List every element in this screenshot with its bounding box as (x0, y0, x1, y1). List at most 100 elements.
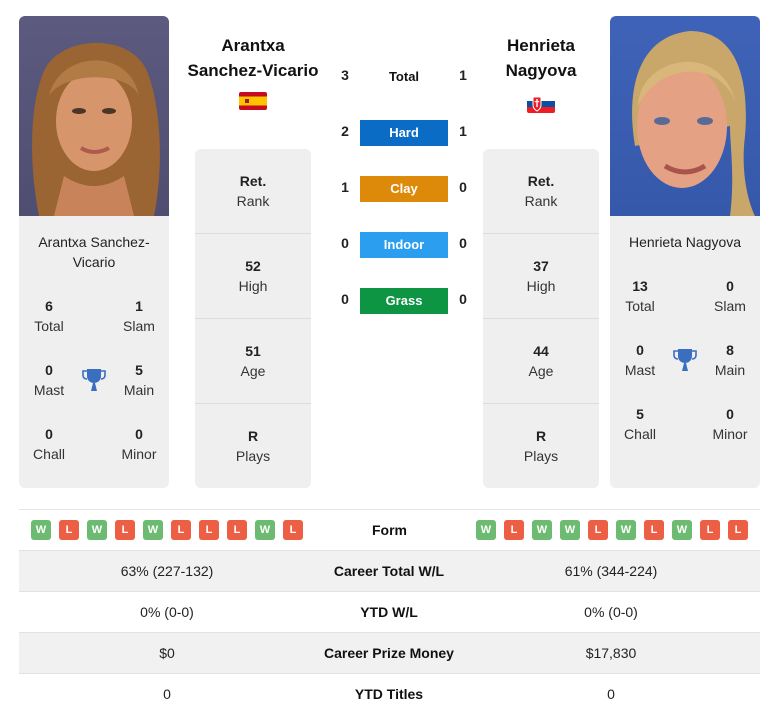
player-info-card-right: Ret. Rank 37 High 44 Age R Plays (483, 149, 599, 488)
info-plays: R Plays (483, 404, 599, 489)
info-age-label: Age (240, 363, 266, 379)
info-high-value: 37 (533, 258, 549, 274)
h2h-indoor-left: 0 (341, 235, 349, 251)
titles-main-label: Main (123, 382, 155, 398)
info-rank-value: Ret. (239, 173, 267, 189)
info-high-label: High (238, 278, 268, 294)
titles-minor-value: 0 (135, 426, 143, 442)
form-badge-loss[interactable]: L (588, 520, 608, 540)
titles-total-value: 6 (45, 298, 53, 314)
stat-right-value: $17,830 (585, 645, 637, 661)
titles-total: 13 Total (610, 276, 670, 316)
form-badge-loss[interactable]: L (728, 520, 748, 540)
player-last-name: Nagyova (505, 61, 577, 80)
trophy-icon (82, 367, 106, 393)
player-card-name[interactable]: Henrieta Nagyova (610, 232, 760, 252)
stat-row-career-wl: 63% (227-132) Career Total W/L 61% (344-… (19, 550, 760, 591)
info-plays-label: Plays (235, 448, 271, 464)
titles-chall: 0 Chall (19, 424, 79, 464)
stat-left-value: 0% (0-0) (140, 604, 194, 620)
h2h-clay-left: 1 (341, 179, 349, 195)
titles-chall-label: Chall (33, 446, 65, 462)
info-plays-value: R (535, 428, 547, 444)
slovakia-flag-icon (527, 95, 555, 113)
stat-left-value: 63% (227-132) (120, 563, 214, 579)
form-badge-win[interactable]: W (672, 520, 692, 540)
info-high-value: 52 (245, 258, 261, 274)
info-rank: Ret. Rank (483, 149, 599, 234)
info-rank: Ret. Rank (195, 149, 311, 234)
titles-main-label: Main (714, 362, 746, 378)
h2h-grass-left: 0 (341, 291, 349, 307)
form-badge-win[interactable]: W (31, 520, 51, 540)
info-plays-label: Plays (523, 448, 559, 464)
player-portrait-image (632, 31, 755, 216)
info-age-label: Age (528, 363, 554, 379)
player-photo-left[interactable] (19, 16, 169, 216)
titles-minor: 0 Minor (109, 424, 169, 464)
info-rank-value: Ret. (527, 173, 555, 189)
info-high-label: High (526, 278, 556, 294)
form-badge-win[interactable]: W (560, 520, 580, 540)
titles-mast-value: 0 (636, 342, 644, 358)
titles-minor-value: 0 (726, 406, 734, 422)
form-badge-loss[interactable]: L (227, 520, 247, 540)
info-age-value: 51 (245, 343, 261, 359)
h2h-grass-right: 0 (459, 291, 467, 307)
h2h-clay-right: 0 (459, 179, 467, 195)
form-badge-loss[interactable]: L (59, 520, 79, 540)
form-badge-win[interactable]: W (532, 520, 552, 540)
form-badge-loss[interactable]: L (644, 520, 664, 540)
titles-chall-value: 5 (636, 406, 644, 422)
h2h-total-right: 1 (459, 67, 467, 83)
form-badge-win[interactable]: W (476, 520, 496, 540)
stat-row-ytd-wl: 0% (0-0) YTD W/L 0% (0-0) (19, 591, 760, 632)
form-badge-loss[interactable]: L (700, 520, 720, 540)
form-badge-loss[interactable]: L (115, 520, 135, 540)
titles-slam-label: Slam (123, 318, 155, 334)
form-badge-win[interactable]: W (143, 520, 163, 540)
surface-indoor-button[interactable]: Indoor (360, 232, 448, 258)
titles-mast: 0 Mast (19, 360, 79, 400)
titles-chall-label: Chall (624, 426, 656, 442)
form-badges-left: WLWLWLLLWL (31, 520, 303, 540)
player-titles-card-left: Arantxa Sanchez-Vicario 6 Total 1 Slam 0… (19, 216, 169, 488)
form-badge-win[interactable]: W (616, 520, 636, 540)
form-badge-loss[interactable]: L (283, 520, 303, 540)
stat-right-value: 0% (0-0) (584, 604, 638, 620)
form-badge-win[interactable]: W (87, 520, 107, 540)
form-badge-loss[interactable]: L (504, 520, 524, 540)
titles-mast: 0 Mast (610, 340, 670, 380)
player-name-header-left[interactable]: Arantxa Sanchez-Vicario (178, 33, 328, 83)
player-name-header-right[interactable]: Henrieta Nagyova (466, 33, 616, 83)
player-first-name: Henrieta (506, 36, 576, 55)
info-age: 44 Age (483, 319, 599, 404)
stat-right-value: 0 (607, 686, 615, 702)
titles-minor: 0 Minor (700, 404, 760, 444)
surface-clay-button[interactable]: Clay (360, 176, 448, 202)
spain-flag-icon (239, 92, 267, 110)
player-card-name[interactable]: Arantxa Sanchez-Vicario (19, 232, 169, 272)
form-badge-win[interactable]: W (255, 520, 275, 540)
titles-slam: 0 Slam (700, 276, 760, 316)
surface-hard-button[interactable]: Hard (360, 120, 448, 146)
form-badges-right: WLWWLWLWLL (476, 520, 748, 540)
form-badge-loss[interactable]: L (199, 520, 219, 540)
titles-slam-value: 1 (135, 298, 143, 314)
titles-total-label: Total (625, 298, 655, 314)
stat-row-ytd-titles: 0 YTD Titles 0 (19, 673, 760, 714)
info-plays-value: R (247, 428, 259, 444)
info-age: 51 Age (195, 319, 311, 404)
player-photo-right[interactable] (610, 16, 760, 216)
surface-grass-button[interactable]: Grass (360, 288, 448, 314)
titles-total-value: 13 (632, 278, 648, 294)
h2h-total-label: Total (388, 69, 420, 84)
titles-minor-label: Minor (712, 426, 748, 442)
form-badge-loss[interactable]: L (171, 520, 191, 540)
titles-mast-label: Mast (624, 362, 656, 378)
h2h-hard-right: 1 (459, 123, 467, 139)
h2h-hard-left: 2 (341, 123, 349, 139)
h2h-indoor-right: 0 (459, 235, 467, 251)
titles-mast-label: Mast (33, 382, 65, 398)
stat-left-value: $0 (159, 645, 175, 661)
